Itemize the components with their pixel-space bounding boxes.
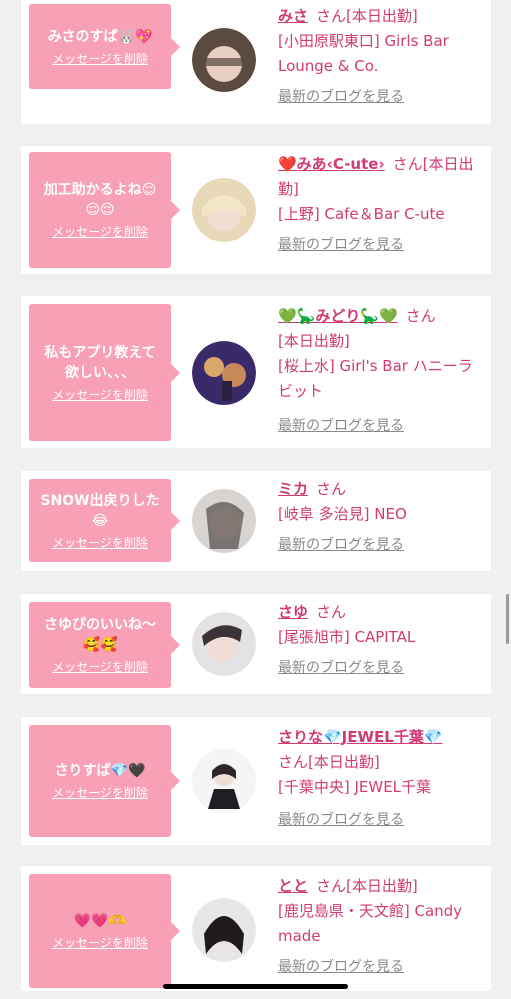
cast-name-link[interactable]: 💚🦕みどり🦕💚 [278, 307, 398, 325]
cast-info: とと さん[本日出勤] [鹿児島県・天文館] Candy made 最新のブログを… [278, 874, 478, 980]
blog-link[interactable]: 最新のブログを見る [278, 233, 478, 258]
cast-info: さゆ さん [尾張旭市] CAPITAL 最新のブログを見る [278, 600, 478, 681]
avatar[interactable] [192, 489, 256, 553]
cast-name-link[interactable]: さゆ [278, 603, 308, 621]
delete-message-link[interactable]: メッセージを削除 [52, 224, 148, 240]
cast-info: ❤️みあ‹C-ute› さん[本日出勤] [上野] Cafe＆Bar C-ute … [278, 152, 478, 258]
blog-link[interactable]: 最新のブログを見る [278, 414, 478, 439]
honorific: さん [316, 7, 347, 25]
blog-link[interactable]: 最新のブログを見る [278, 533, 478, 558]
honorific: さん [392, 155, 423, 173]
shop-location: [尾張旭市] CAPITAL [278, 628, 416, 646]
avatar[interactable] [192, 28, 256, 92]
blog-link[interactable]: 最新のブログを見る [278, 656, 478, 681]
message-bubble: 💗💗🫶 メッセージを削除 [29, 874, 180, 988]
cast-name-link[interactable]: とと [278, 877, 308, 895]
message-text: SNOW出戻りした 😂 [40, 492, 160, 529]
avatar[interactable] [192, 749, 256, 813]
cast-name-link[interactable]: ミカ [278, 480, 308, 498]
message-text: さゆぴのいいね〜 🥰🥰 [44, 617, 156, 653]
blog-link[interactable]: 最新のブログを見る [278, 808, 478, 833]
shop-location: [岐阜 多治見] NEO [278, 505, 407, 523]
shop-location: [千葉中央] JEWEL千葉 [278, 778, 432, 796]
home-indicator[interactable] [163, 984, 348, 989]
status-label: [本日出勤] [346, 7, 418, 25]
cast-name-link[interactable]: さりな💎JEWEL千葉💎 [278, 728, 443, 746]
shop-location: [上野] Cafe＆Bar C-ute [278, 205, 445, 223]
cast-info: ミカ さん [岐阜 多治見] NEO 最新のブログを見る [278, 477, 478, 558]
honorific: さん [278, 753, 309, 771]
cast-info: みさ さん[本日出勤] [小田原駅東口] Girls Bar Lounge & C… [278, 4, 478, 110]
cast-name-link[interactable]: ❤️みあ‹C-ute› [278, 155, 385, 173]
message-bubble: みさのすぱ🐰💖 メッセージを削除 [29, 4, 180, 89]
shop-location: [桜上水] Girl's Bar ハニーラビット [278, 357, 473, 400]
message-text: 💗💗🫶 [73, 913, 127, 929]
delete-message-link[interactable]: メッセージを削除 [52, 935, 148, 951]
blog-link[interactable]: 最新のブログを見る [278, 85, 478, 110]
shop-location: [鹿児島県・天文館] Candy made [278, 902, 463, 945]
list-item: 加工助かるよね😌 😌😌 メッセージを削除 ❤️みあ‹C-ute› さん[本日出勤]… [21, 146, 491, 274]
avatar[interactable] [192, 898, 256, 962]
status-label: [本日出勤] [346, 877, 418, 895]
message-text: 私もアプリ教えて 欲しい、、、 [44, 344, 156, 381]
message-text: みさのすぱ🐰💖 [47, 28, 153, 45]
honorific: さん [316, 603, 347, 621]
cast-name-link[interactable]: みさ [278, 7, 308, 25]
list-item: 💗💗🫶 メッセージを削除 とと さん[本日出勤] [鹿児島県・天文館] Candy… [21, 866, 491, 991]
avatar[interactable] [192, 612, 256, 676]
list-item: SNOW出戻りした 😂 メッセージを削除 ミカ さん [岐阜 多治見] NEO 最… [21, 471, 491, 571]
delete-message-link[interactable]: メッセージを削除 [52, 535, 148, 551]
list-item: 私もアプリ教えて 欲しい、、、 メッセージを削除 💚🦕みどり🦕💚 さん [本日出勤… [21, 296, 491, 448]
cast-info: さりな💎JEWEL千葉💎 さん[本日出勤] [千葉中央] JEWEL千葉 最新の… [278, 725, 478, 833]
status-label: [本日出勤] [278, 332, 350, 350]
honorific: さん [405, 307, 436, 325]
list-item: みさのすぱ🐰💖 メッセージを削除 みさ さん[本日出勤] [小田原駅東口] Gir… [21, 0, 491, 124]
list-item: さりすぱ💎🖤 メッセージを削除 さりな💎JEWEL千葉💎 さん[本日出勤] [千… [21, 717, 491, 845]
delete-message-link[interactable]: メッセージを削除 [52, 387, 148, 403]
honorific: さん [316, 877, 347, 895]
message-bubble: SNOW出戻りした 😂 メッセージを削除 [29, 479, 180, 562]
message-bubble: さゆぴのいいね〜 🥰🥰 メッセージを削除 [29, 602, 180, 688]
list-item: さゆぴのいいね〜 🥰🥰 メッセージを削除 さゆ さん [尾張旭市] CAPITAL… [21, 594, 491, 694]
message-bubble: 加工助かるよね😌 😌😌 メッセージを削除 [29, 152, 180, 268]
blog-link[interactable]: 最新のブログを見る [278, 955, 478, 980]
scrollbar[interactable] [506, 594, 509, 644]
status-label: [本日出勤] [308, 753, 380, 771]
message-bubble: 私もアプリ教えて 欲しい、、、 メッセージを削除 [29, 304, 180, 441]
delete-message-link[interactable]: メッセージを削除 [52, 51, 148, 67]
message-text: 加工助かるよね😌 😌😌 [43, 182, 157, 218]
delete-message-link[interactable]: メッセージを削除 [52, 785, 148, 801]
cast-info: 💚🦕みどり🦕💚 さん [本日出勤] [桜上水] Girl's Bar ハニーラビッ… [278, 304, 478, 439]
message-bubble: さりすぱ💎🖤 メッセージを削除 [29, 725, 180, 837]
shop-location: [小田原駅東口] Girls Bar Lounge & Co. [278, 32, 449, 75]
delete-message-link[interactable]: メッセージを削除 [52, 659, 148, 675]
honorific: さん [316, 480, 347, 498]
avatar[interactable] [192, 341, 256, 405]
message-text: さりすぱ💎🖤 [54, 763, 146, 779]
avatar[interactable] [192, 178, 256, 242]
